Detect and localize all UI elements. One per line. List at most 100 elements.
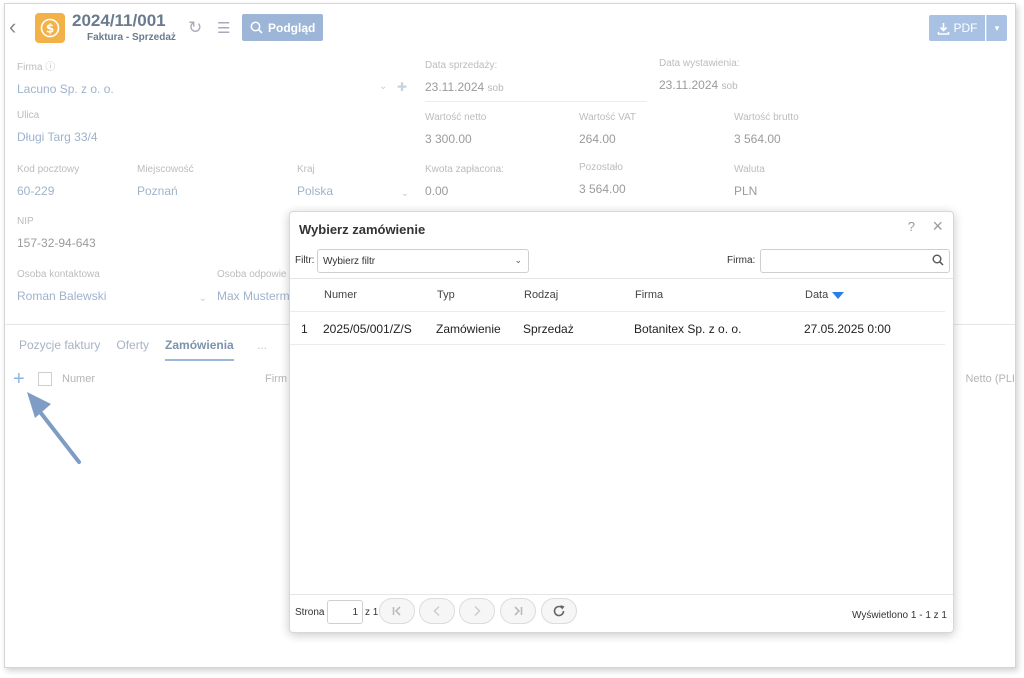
- ulica-field[interactable]: Ulica Długi Targ 33/4: [17, 110, 98, 144]
- chevron-down-icon[interactable]: ⌄: [379, 81, 387, 92]
- page-label: Strona: [295, 607, 325, 618]
- row-data: 27.05.2025 0:00: [804, 322, 891, 336]
- ulica-value: Długi Targ 33/4: [17, 130, 98, 144]
- help-icon[interactable]: ?: [908, 219, 915, 234]
- column-header-numer: Numer: [62, 373, 96, 385]
- row-firma: Botanitex Sp. z o. o.: [634, 322, 742, 336]
- ulica-label: Ulica: [17, 110, 40, 121]
- svg-text:$: $: [46, 22, 54, 36]
- select-order-dialog: Wybierz zamówienie ? × Filtr: Wybierz fi…: [289, 211, 954, 633]
- tab-oferty[interactable]: Oferty: [116, 338, 149, 361]
- pdf-dropdown-icon[interactable]: ▾: [986, 15, 1007, 41]
- pozostalo-label: Pozostało: [579, 162, 623, 173]
- osoba-kontaktowa-value: Roman Balewski: [17, 289, 107, 303]
- kraj-value: Polska: [297, 184, 334, 198]
- table-header: Numer Typ Rodzaj Firma Data: [290, 278, 953, 311]
- firma-search-input[interactable]: [760, 249, 950, 273]
- previous-page-button[interactable]: [419, 598, 455, 624]
- tab-more[interactable]: ...: [257, 338, 267, 352]
- kwota-zaplacona-field[interactable]: Kwota zapłacona: 0.00: [425, 164, 504, 198]
- osoba-odpowiedzialna-value: Max Musterm: [217, 289, 290, 303]
- data-wystawienia-field[interactable]: Data wystawienia: 23.11.2024 sob: [659, 58, 740, 92]
- osoba-odpowiedzialna-label: Osoba odpowie: [217, 269, 287, 280]
- waluta-value: PLN: [734, 184, 758, 198]
- miejscowosc-field[interactable]: Miejscowość Poznań: [137, 164, 194, 198]
- osoba-kontaktowa-label: Osoba kontaktowa: [17, 269, 100, 280]
- pointer-arrow-icon: [27, 392, 81, 464]
- close-icon[interactable]: ×: [932, 216, 943, 237]
- column-header-numer[interactable]: Numer: [324, 289, 357, 301]
- wartosc-brutto-label: Wartość brutto: [734, 112, 799, 123]
- preview-button[interactable]: Podgląd: [242, 14, 324, 41]
- data-wystawienia-day: sob: [721, 81, 738, 92]
- firma-filter-label: Firma:: [727, 255, 756, 266]
- last-page-button[interactable]: [500, 598, 536, 624]
- osoba-odpowiedzialna-field[interactable]: Osoba odpowie Max Musterm: [217, 269, 290, 303]
- miejscowosc-label: Miejscowość: [137, 164, 194, 175]
- firma-field[interactable]: Firma ⓘ Lacuno Sp. z o. o. ⌄ ✚: [17, 58, 407, 96]
- column-header-firma[interactable]: Firma: [635, 289, 663, 301]
- list-icon[interactable]: ☰: [217, 19, 230, 37]
- tab-pozycje-faktury[interactable]: Pozycje faktury: [19, 338, 100, 361]
- data-sprzedazy-value: 23.11.2024: [425, 80, 485, 94]
- search-icon[interactable]: [932, 254, 944, 266]
- refresh-button[interactable]: [541, 598, 577, 624]
- page-input[interactable]: 1: [327, 600, 363, 624]
- data-sprzedazy-day: sob: [487, 83, 504, 94]
- divider: [425, 101, 647, 102]
- row-index: 1: [301, 322, 308, 336]
- back-chevron-icon[interactable]: ‹: [9, 16, 16, 38]
- kod-pocztowy-field[interactable]: Kod pocztowy 60-229: [17, 164, 79, 198]
- copy-icon[interactable]: ✚: [397, 80, 407, 94]
- wartosc-brutto-value: 3 564.00: [734, 132, 781, 146]
- column-header-data-label: Data: [805, 289, 829, 301]
- add-icon[interactable]: +: [13, 369, 25, 389]
- dialog-title: Wybierz zamówienie: [299, 222, 426, 237]
- pager: Strona 1 z 1 Wyświetlono 1 - 1 z 1: [290, 594, 953, 634]
- wartosc-netto-field: Wartość netto 3 300.00: [425, 112, 486, 146]
- data-wystawienia-value: 23.11.2024: [659, 78, 719, 92]
- nip-value: 157-32-94-643: [17, 236, 96, 250]
- next-page-button[interactable]: [459, 598, 495, 624]
- sort-desc-icon: [832, 291, 845, 299]
- select-all-checkbox[interactable]: [38, 372, 52, 386]
- chevron-right-icon: [474, 605, 481, 617]
- last-page-icon: [514, 606, 523, 616]
- firma-value: Lacuno Sp. z o. o.: [17, 82, 114, 96]
- refresh-icon[interactable]: ↻: [188, 18, 202, 38]
- table-row[interactable]: 1 2025/05/001/Z/S Zamówienie Sprzedaż Bo…: [290, 311, 945, 345]
- column-header-firma: Firm: [265, 373, 287, 385]
- wartosc-vat-value: 264.00: [579, 132, 616, 146]
- waluta-label: Waluta: [734, 164, 765, 175]
- chevron-down-icon[interactable]: ⌄: [401, 188, 409, 199]
- data-wystawienia-label: Data wystawienia:: [659, 58, 740, 69]
- tab-zamowienia[interactable]: Zamówienia: [165, 338, 234, 361]
- column-header-data[interactable]: Data: [805, 289, 845, 301]
- column-header-rodzaj[interactable]: Rodzaj: [524, 289, 558, 301]
- header: ‹ $ 2024/11/001 Faktura - Sprzedaż ↻ ☰ P…: [5, 4, 1015, 52]
- nip-field[interactable]: NIP 157-32-94-643: [17, 216, 96, 250]
- kod-pocztowy-label: Kod pocztowy: [17, 164, 80, 175]
- coin-icon: $: [35, 13, 65, 43]
- pdf-button[interactable]: PDF: [929, 15, 985, 41]
- kraj-label: Kraj: [297, 164, 315, 175]
- kraj-field[interactable]: Kraj Polska ⌄: [297, 164, 409, 199]
- pozostalo-field: Pozostało 3 564.00: [579, 162, 626, 196]
- data-sprzedazy-label: Data sprzedaży:: [425, 60, 498, 71]
- row-numer: 2025/05/001/Z/S: [323, 322, 412, 336]
- chevron-down-icon[interactable]: ⌄: [199, 293, 207, 304]
- first-page-icon: [392, 606, 401, 616]
- column-header-typ[interactable]: Typ: [437, 289, 455, 301]
- nip-label: NIP: [17, 216, 34, 227]
- pager-info: Wyświetlono 1 - 1 z 1: [852, 610, 947, 621]
- data-sprzedazy-field[interactable]: Data sprzedaży: 23.11.2024 sob: [425, 60, 504, 94]
- filter-select[interactable]: Wybierz filtr ⌄: [317, 249, 529, 273]
- waluta-field[interactable]: Waluta PLN: [734, 164, 765, 198]
- row-typ: Zamówienie: [436, 322, 501, 336]
- chevron-left-icon: [433, 605, 440, 617]
- osoba-kontaktowa-field[interactable]: Osoba kontaktowa Roman Balewski ⌄: [17, 269, 207, 304]
- first-page-button[interactable]: [379, 598, 415, 624]
- pdf-label: PDF: [953, 21, 978, 35]
- info-icon: ⓘ: [45, 62, 56, 73]
- wartosc-netto-value: 3 300.00: [425, 132, 472, 146]
